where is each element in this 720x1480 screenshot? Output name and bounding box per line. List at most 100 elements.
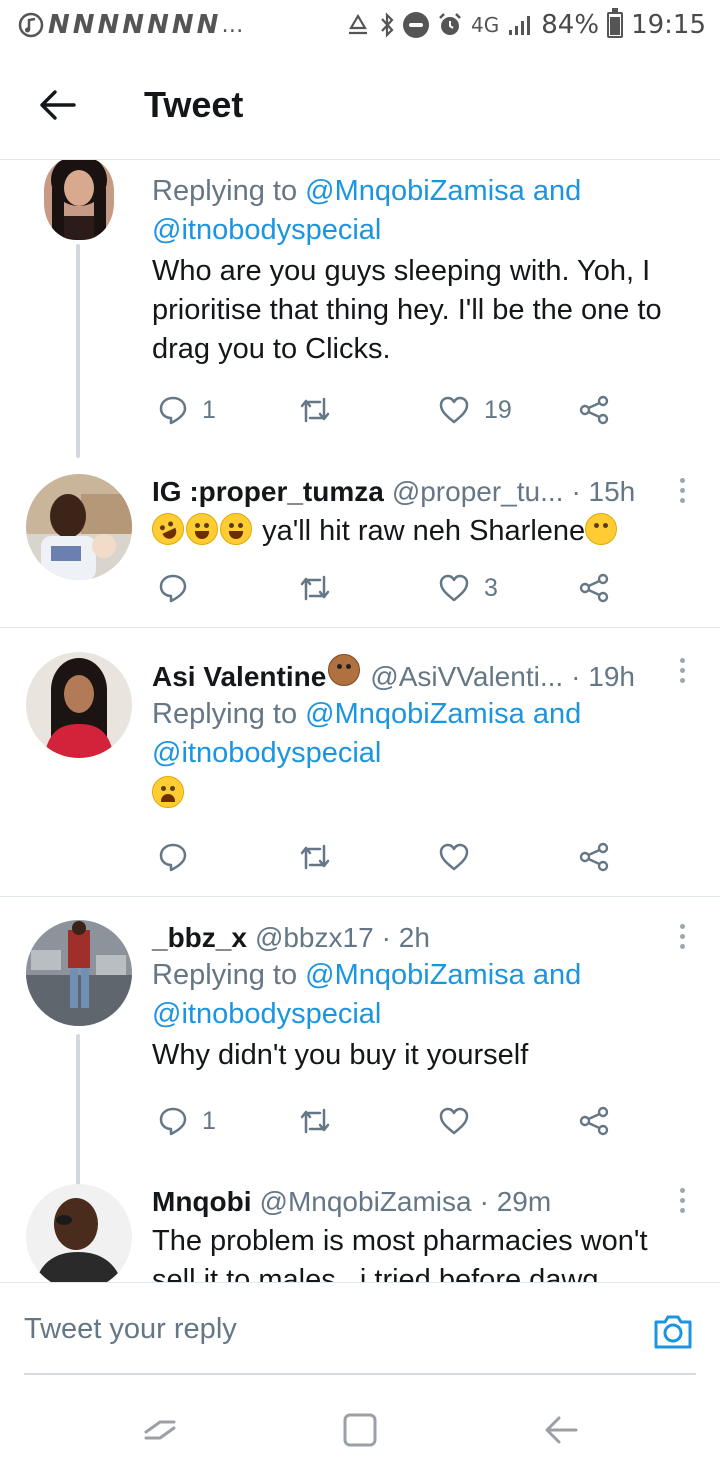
heart-icon — [439, 1107, 469, 1135]
recents-icon — [144, 1420, 176, 1440]
user-handle[interactable]: @MnqobiZamisa — [260, 1184, 472, 1220]
display-name[interactable]: Asi Valentine — [152, 659, 326, 695]
avatar[interactable] — [44, 160, 114, 240]
user-handle[interactable]: @proper_tu... — [392, 474, 564, 510]
like-button[interactable] — [438, 837, 470, 877]
mention-link[interactable]: @itnobodyspecial — [152, 998, 381, 1030]
reply-count: 1 — [202, 1106, 216, 1135]
tweet-menu-button[interactable] — [672, 472, 692, 508]
tweet-actions: 1 — [152, 1101, 622, 1141]
retweet-icon — [300, 844, 330, 870]
like-button[interactable] — [438, 1101, 470, 1141]
reply-input-underline — [24, 1373, 696, 1375]
like-count: 3 — [484, 573, 498, 602]
notification-n-icon: N — [171, 10, 194, 40]
avatar[interactable] — [26, 920, 132, 1026]
thinking-emoji-icon — [585, 513, 618, 545]
user-handle[interactable]: @AsiVValenti... — [370, 659, 563, 695]
tweet-text: ya'll hit raw neh Sharlene — [146, 507, 696, 551]
avatar[interactable] — [26, 474, 132, 580]
share-button[interactable] — [578, 837, 610, 877]
retweet-button[interactable] — [298, 390, 332, 430]
reply-icon — [159, 396, 187, 425]
share-button[interactable] — [578, 1101, 610, 1141]
reply-button[interactable]: 1 — [158, 390, 216, 430]
reply-count: 1 — [202, 395, 216, 424]
reply-button[interactable] — [158, 837, 188, 877]
mention-link[interactable]: @itnobodyspecial — [152, 737, 381, 769]
back-button[interactable] — [22, 75, 92, 135]
tweet-text: Why didn't you buy it yourself — [152, 1039, 529, 1071]
display-name[interactable]: Mnqobi — [152, 1184, 252, 1220]
like-count: 19 — [484, 395, 512, 424]
tweet-text — [152, 775, 696, 814]
back-arrow-icon — [40, 89, 76, 120]
reply-icon — [159, 1107, 187, 1136]
app-header: Tweet — [0, 50, 720, 160]
mention-link[interactable]: @MnqobiZamisa — [305, 959, 525, 991]
notification-n-icon: N — [72, 10, 95, 40]
joy-emoji-icon — [186, 513, 218, 545]
display-name[interactable]: _bbz_x — [152, 920, 247, 956]
mention-link[interactable]: @MnqobiZamisa — [305, 698, 525, 730]
notification-icons: N N N N N N N … — [18, 10, 243, 40]
like-button[interactable]: 3 — [438, 568, 498, 608]
mention-link[interactable]: @itnobodyspecial — [152, 214, 381, 246]
reply-button[interactable] — [158, 568, 188, 608]
reply-button[interactable]: 1 — [158, 1101, 216, 1141]
share-icon — [579, 1106, 609, 1136]
tweet-actions — [152, 837, 622, 877]
bear-emoji-icon — [328, 654, 361, 686]
retweet-button[interactable] — [298, 837, 332, 877]
status-bar: N N N N N N N … 4G 84% 19:15 — [0, 0, 720, 50]
back-nav-button[interactable] — [542, 1410, 582, 1450]
system-nav-bar — [0, 1376, 720, 1480]
notification-n-icon: N — [122, 10, 144, 40]
heart-icon — [439, 843, 469, 871]
share-icon — [579, 573, 609, 603]
home-icon — [343, 1413, 377, 1447]
home-button[interactable] — [340, 1410, 380, 1450]
replying-to: Replying to @MnqobiZamisa and @itnobodys… — [152, 959, 582, 1030]
tweet-menu-button[interactable] — [672, 1182, 692, 1218]
share-button[interactable] — [578, 568, 610, 608]
tweet-menu-button[interactable] — [672, 652, 692, 688]
tweet-menu-button[interactable] — [672, 918, 692, 954]
heart-icon — [439, 574, 469, 602]
avatar[interactable] — [26, 1184, 132, 1282]
notification-n-icon: N — [97, 10, 120, 40]
network-type-label: 4G — [471, 13, 500, 37]
divider — [0, 896, 720, 897]
reply-input[interactable]: Tweet your reply — [24, 1313, 237, 1346]
share-icon — [579, 395, 609, 425]
notification-n-icon: N — [196, 10, 219, 40]
music-notification-icon — [18, 12, 44, 38]
more-notifications-icon: … — [221, 12, 244, 38]
clock: 19:15 — [631, 10, 706, 40]
reply-composer: Tweet your reply — [0, 1282, 720, 1376]
tweet-text: The problem is most pharmacies won't sell… — [152, 1225, 648, 1282]
page-title: Tweet — [144, 83, 244, 125]
heart-icon — [439, 396, 469, 424]
avatar[interactable] — [26, 652, 132, 758]
notification-n-icon: N — [147, 10, 169, 40]
battery-icon — [607, 8, 624, 38]
camera-button[interactable] — [652, 1311, 694, 1351]
user-handle[interactable]: @bbzx17 — [255, 920, 374, 956]
display-name[interactable]: IG :proper_tumza — [152, 474, 384, 510]
share-button[interactable] — [578, 390, 610, 430]
camera-icon — [654, 1315, 692, 1349]
retweet-icon — [300, 575, 330, 601]
tweet-actions: 1 19 — [152, 390, 622, 430]
replies-feed[interactable]: Replying to @MnqobiZamisa and @itnobodys… — [0, 160, 720, 1282]
do-not-disturb-icon — [403, 12, 430, 38]
bluetooth-icon — [381, 12, 394, 38]
tweet-time: · 19h — [571, 661, 635, 692]
mention-link[interactable]: @MnqobiZamisa — [305, 175, 525, 207]
divider — [0, 627, 720, 628]
recycle-icon — [349, 13, 368, 35]
recents-button[interactable] — [140, 1410, 180, 1450]
retweet-button[interactable] — [298, 568, 332, 608]
retweet-button[interactable] — [298, 1101, 332, 1141]
like-button[interactable]: 19 — [438, 390, 512, 430]
